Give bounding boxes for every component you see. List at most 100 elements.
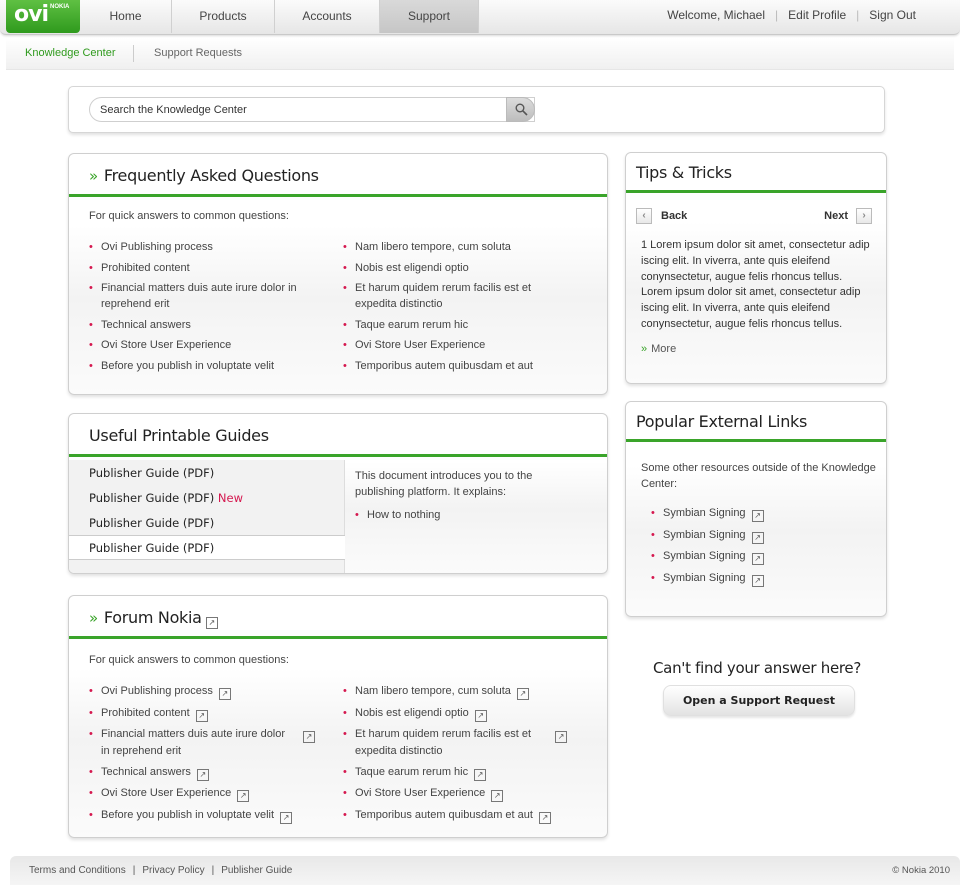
faq-link[interactable]: Technical answers <box>89 317 319 333</box>
forum-link[interactable]: Ovi Store User Experience ↗ <box>89 785 329 802</box>
tips-more-label: More <box>651 343 677 355</box>
guide-description: This document introduces you to the publ… <box>355 468 565 523</box>
forum-link[interactable]: Prohibited content ↗ <box>89 705 329 722</box>
tips-more-link[interactable]: » More <box>641 343 676 355</box>
external-link-icon: ↗ <box>555 731 568 743</box>
chevron-left-icon: ‹ <box>636 208 652 224</box>
ovi-logo[interactable]: ovi NOKIA <box>6 0 80 33</box>
forum-link-line2: expedita distinctio <box>355 745 443 757</box>
search-button[interactable] <box>506 97 535 122</box>
sign-out-link[interactable]: Sign Out <box>869 0 916 33</box>
faq-link[interactable]: Temporibus autem quibusdam et aut <box>343 358 553 374</box>
raquo-icon: » <box>641 343 648 355</box>
faq-link[interactable]: Prohibited content <box>89 260 319 276</box>
forum-link-label: Ovi Store User Experience <box>101 787 232 799</box>
guide-item-selected[interactable]: Publisher Guide (PDF) <box>69 535 345 560</box>
forum-link[interactable]: Nobis est eligendi optio ↗ <box>343 705 583 722</box>
main-nav: Home Products Accounts Support <box>80 0 479 33</box>
tips-back-button[interactable]: ‹ Back <box>636 208 687 224</box>
separator: | <box>856 8 860 22</box>
forum-link[interactable]: Et harum quidem rerum facilis est et ↗ ex… <box>343 726 583 759</box>
external-link-label: Symbian Signing <box>663 571 746 584</box>
new-badge: New <box>217 491 244 505</box>
faq-link[interactable]: Taque earum rerum hic <box>343 317 553 333</box>
external-list: Symbian Signing ↗ Symbian Signing ↗ Symbia… <box>651 505 764 587</box>
external-link[interactable]: Symbian Signing ↗ <box>651 505 764 522</box>
forum-link[interactable]: Taque earum rerum hic ↗ <box>343 764 583 781</box>
tips-panel: Tips & Tricks ‹ Back Next › 1 Lorem ipsu… <box>625 152 887 384</box>
external-link[interactable]: Symbian Signing ↗ <box>651 570 764 587</box>
external-link-icon: ↗ <box>751 510 764 522</box>
external-link-icon: ↗ <box>195 709 208 722</box>
guides-title: Useful Printable Guides <box>89 426 269 445</box>
forum-link[interactable]: Before you publish in voluptate velit ↗ <box>89 807 329 824</box>
edit-profile-link[interactable]: Edit Profile <box>788 0 846 33</box>
faq-link[interactable]: Nam libero tempore, cum soluta <box>343 239 553 255</box>
faq-link[interactable]: Nobis est eligendi optio <box>343 260 553 276</box>
external-link-icon: ↗ <box>751 531 764 544</box>
copyright: © Nokia 2010 <box>892 865 950 876</box>
guide-label: Publisher Guide (PDF) <box>89 466 215 480</box>
user-links: Welcome, Michael | Edit Profile | Sign O… <box>667 0 916 33</box>
external-link-label: Symbian Signing <box>663 550 746 562</box>
external-link-icon: ↗ <box>205 617 218 629</box>
forum-link-label: Nobis est eligendi optio <box>355 706 469 719</box>
welcome-text: Welcome, Michael <box>667 8 766 22</box>
external-link-icon: ↗ <box>491 790 504 802</box>
guide-label: Publisher Guide (PDF) <box>89 491 215 505</box>
external-header: Popular External Links <box>626 402 886 442</box>
nav-support[interactable]: Support <box>380 0 479 33</box>
subnav-divider <box>133 45 134 62</box>
raquo-icon: » <box>89 609 98 627</box>
external-link-label: Symbian Signing <box>663 528 746 541</box>
guide-item[interactable]: Publisher Guide (PDF) <box>69 461 345 486</box>
faq-panel: » Frequently Asked Questions For quick an… <box>68 153 608 395</box>
search-input[interactable] <box>89 97 535 122</box>
forum-link-label: Taque earum rerum hic <box>355 765 469 778</box>
forum-link[interactable]: Nam libero tempore, cum soluta ↗ <box>343 683 583 700</box>
forum-title-link[interactable]: » Forum Nokia ↗ <box>89 608 218 629</box>
forum-panel: » Forum Nokia ↗ For quick answers to commo… <box>68 595 608 838</box>
guide-item[interactable]: Publisher Guide (PDF) New <box>69 486 345 511</box>
forum-link[interactable]: Financial matters duis aute irure dolor ↗… <box>89 726 329 759</box>
external-link[interactable]: Symbian Signing ↗ <box>651 548 764 565</box>
separator: | <box>775 8 779 22</box>
faq-link[interactable]: Ovi Store User Experience <box>343 337 553 353</box>
tips-title: Tips & Tricks <box>636 163 732 182</box>
forum-link-line1: Financial matters duis aute irure dolor ↗ <box>101 726 329 743</box>
external-link-icon: ↗ <box>516 688 529 700</box>
faq-link[interactable]: Before you publish in voluptate velit <box>89 358 319 374</box>
nav-accounts[interactable]: Accounts <box>275 0 380 33</box>
search-panel <box>68 86 885 133</box>
forum-header: » Forum Nokia ↗ <box>69 596 607 639</box>
logo-text: ovi <box>14 2 49 27</box>
forum-link-label: Ovi Publishing process <box>101 685 213 697</box>
nav-home[interactable]: Home <box>80 0 172 33</box>
faq-link[interactable]: Financial matters duis aute irure dolor … <box>89 280 319 312</box>
forum-title: Forum Nokia <box>103 608 202 627</box>
tips-back-label: Back <box>661 210 688 222</box>
faq-link[interactable]: Ovi Publishing process <box>89 239 319 255</box>
forum-list-left: Ovi Publishing process ↗ Prohibited conte… <box>89 683 329 824</box>
external-link[interactable]: Symbian Signing ↗ <box>651 527 764 544</box>
subnav-support-requests[interactable]: Support Requests <box>154 47 242 59</box>
external-title: Popular External Links <box>636 412 808 431</box>
forum-link[interactable]: Technical answers ↗ <box>89 764 329 781</box>
guide-item[interactable]: Publisher Guide (PDF) <box>69 511 345 536</box>
faq-link[interactable]: Ovi Store User Experience <box>89 337 319 353</box>
forum-link[interactable]: Ovi Publishing process ↗ <box>89 683 329 700</box>
footer-link-privacy[interactable]: Privacy Policy <box>142 865 204 876</box>
open-support-request-button[interactable]: Open a Support Request <box>663 685 855 716</box>
tips-next-button[interactable]: Next › <box>824 208 872 224</box>
footer-link-publisher-guide[interactable]: Publisher Guide <box>221 865 292 876</box>
nav-products[interactable]: Products <box>172 0 275 33</box>
forum-link[interactable]: Ovi Store User Experience ↗ <box>343 785 583 802</box>
footer-link-terms[interactable]: Terms and Conditions <box>29 865 126 876</box>
tips-next-label: Next <box>824 210 848 222</box>
faq-link[interactable]: Et harum quidem rerum facilis est et exp… <box>343 280 553 312</box>
forum-link-line2: in reprehend erit <box>101 745 182 757</box>
forum-link[interactable]: Temporibus autem quibusdam et aut ↗ <box>343 807 583 824</box>
subnav-knowledge-center[interactable]: Knowledge Center <box>25 47 116 59</box>
footer-links: Terms and Conditions | Privacy Policy | … <box>29 865 292 876</box>
external-link-icon: ↗ <box>218 688 231 700</box>
